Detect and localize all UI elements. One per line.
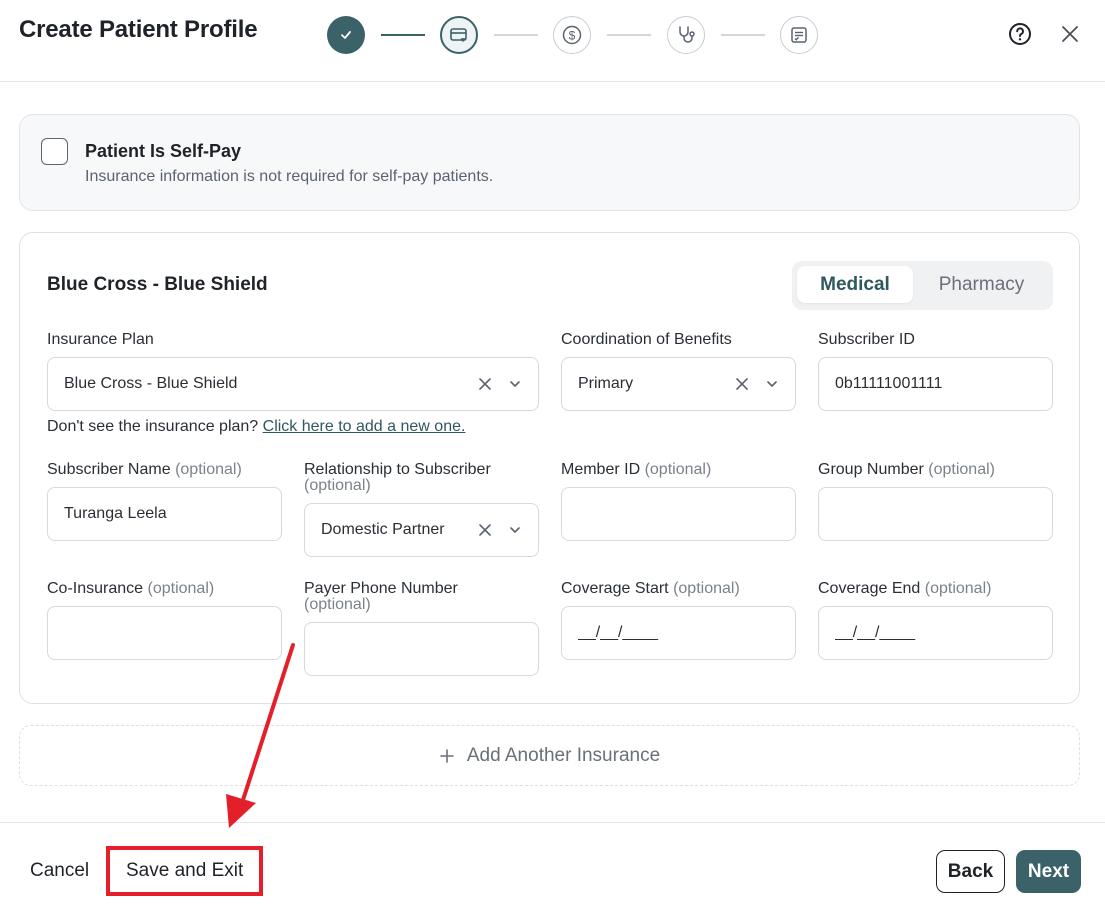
insurance-plan-select[interactable]: Blue Cross - Blue Shield [47, 357, 539, 411]
group-number-field[interactable] [835, 505, 1052, 523]
insurance-card: Blue Cross - Blue Shield Medical Pharmac… [19, 232, 1080, 704]
optional-tag: (optional) [928, 461, 995, 478]
self-pay-card: Patient Is Self-Pay Insurance informatio… [19, 114, 1080, 211]
step-connector [494, 34, 538, 36]
next-button[interactable]: Next [1016, 850, 1081, 893]
label-text: Co-Insurance [47, 580, 144, 597]
co-insurance-input[interactable] [47, 606, 282, 660]
add-plan-link[interactable]: Click here to add a new one. [263, 418, 466, 435]
helper-text: Don't see the insurance plan? [47, 418, 263, 435]
optional-tag: (optional) [175, 461, 242, 478]
dollar-icon: $ [562, 25, 582, 45]
step-connector [607, 34, 651, 36]
step-connector [381, 34, 425, 36]
footer-divider [0, 822, 1105, 823]
clear-icon[interactable] [733, 375, 751, 393]
insurance-card-icon [450, 28, 467, 42]
coverage-end-input[interactable] [818, 606, 1053, 660]
optional-tag: (optional) [644, 461, 712, 478]
label-text: Subscriber Name [47, 461, 171, 478]
close-icon [1062, 26, 1078, 42]
tab-pharmacy[interactable]: Pharmacy [915, 266, 1048, 303]
subscriber-name-input[interactable] [47, 487, 282, 541]
subscriber-id-field[interactable] [835, 375, 1052, 393]
label-text: Coverage Start [561, 580, 669, 597]
optional-tag: (optional) [673, 580, 740, 597]
optional-tag: (optional) [147, 580, 215, 597]
optional-tag: (optional) [924, 580, 992, 597]
coverage-end-field[interactable] [835, 624, 1052, 642]
coverage-end-label: Coverage End (optional) [818, 580, 991, 597]
help-button[interactable] [1004, 18, 1036, 50]
subscriber-name-field[interactable] [64, 505, 281, 523]
insurance-plan-value: Blue Cross - Blue Shield [64, 375, 238, 392]
member-id-field[interactable] [578, 505, 795, 523]
subscriber-name-label: Subscriber Name (optional) [47, 461, 242, 478]
coverage-start-input[interactable] [561, 606, 796, 660]
chevron-down-icon[interactable] [506, 521, 524, 539]
payer-phone-input[interactable] [304, 622, 539, 676]
stethoscope-icon [679, 26, 695, 43]
payer-phone-label: Payer Phone Number [304, 580, 458, 597]
check-icon [341, 31, 351, 39]
step-connector [721, 34, 765, 36]
tab-medical[interactable]: Medical [797, 266, 913, 303]
insurance-plan-label: Insurance Plan [47, 331, 154, 348]
plus-icon [440, 748, 454, 763]
step-complete[interactable] [327, 16, 365, 54]
optional-tag: (optional) [304, 596, 371, 613]
chevron-down-icon[interactable] [763, 375, 781, 393]
chevron-down-icon[interactable] [506, 375, 524, 393]
add-another-insurance-button[interactable]: Add Another Insurance [19, 725, 1080, 786]
group-number-input[interactable] [818, 487, 1053, 541]
group-number-label: Group Number (optional) [818, 461, 995, 478]
optional-tag: (optional) [304, 477, 371, 494]
close-button[interactable] [1054, 18, 1086, 50]
cob-label: Coordination of Benefits [561, 331, 732, 348]
relationship-select[interactable]: Domestic Partner [304, 503, 539, 557]
co-insurance-label: Co-Insurance (optional) [47, 580, 214, 597]
cob-value: Primary [578, 375, 634, 392]
step-insurance[interactable] [440, 16, 478, 54]
self-pay-title: Patient Is Self-Pay [85, 141, 242, 161]
relationship-value: Domestic Partner [321, 521, 445, 538]
step-billing[interactable]: $ [553, 16, 591, 54]
add-another-label: Add Another Insurance [466, 744, 661, 766]
clear-icon[interactable] [476, 375, 494, 393]
back-button[interactable]: Back [936, 850, 1005, 893]
clear-icon[interactable] [476, 521, 494, 539]
add-plan-helper: Don't see the insurance plan? Click here… [47, 418, 465, 436]
self-pay-subtitle: Insurance information is not required fo… [85, 168, 494, 185]
self-pay-checkbox[interactable] [41, 138, 68, 165]
save-and-exit-button[interactable]: Save and Exit [126, 860, 243, 882]
member-id-label: Member ID (optional) [561, 461, 711, 478]
cob-select[interactable]: Primary [561, 357, 796, 411]
step-clinical[interactable] [667, 16, 705, 54]
label-text: Coverage End [818, 580, 921, 597]
payer-phone-field[interactable] [321, 640, 538, 658]
member-id-input[interactable] [561, 487, 796, 541]
relationship-label: Relationship to Subscriber [304, 461, 491, 478]
label-text: Member ID [561, 461, 641, 478]
insurance-name: Blue Cross - Blue Shield [47, 274, 268, 295]
coverage-type-toggle: Medical Pharmacy [792, 261, 1053, 310]
cancel-button[interactable]: Cancel [30, 860, 89, 882]
label-text: Group Number [818, 461, 924, 478]
coverage-start-label: Coverage Start (optional) [561, 580, 740, 597]
co-insurance-field[interactable] [64, 624, 281, 642]
svg-text:$: $ [569, 29, 576, 43]
step-review[interactable] [780, 16, 818, 54]
subscriber-id-input[interactable] [818, 357, 1053, 411]
modal-header: Create Patient Profile $ [0, 0, 1105, 82]
coverage-start-field[interactable] [578, 624, 795, 642]
clipboard-list-icon [791, 27, 807, 43]
subscriber-id-label: Subscriber ID [818, 331, 915, 348]
page-title: Create Patient Profile [19, 16, 258, 43]
question-circle-icon [1009, 23, 1031, 45]
